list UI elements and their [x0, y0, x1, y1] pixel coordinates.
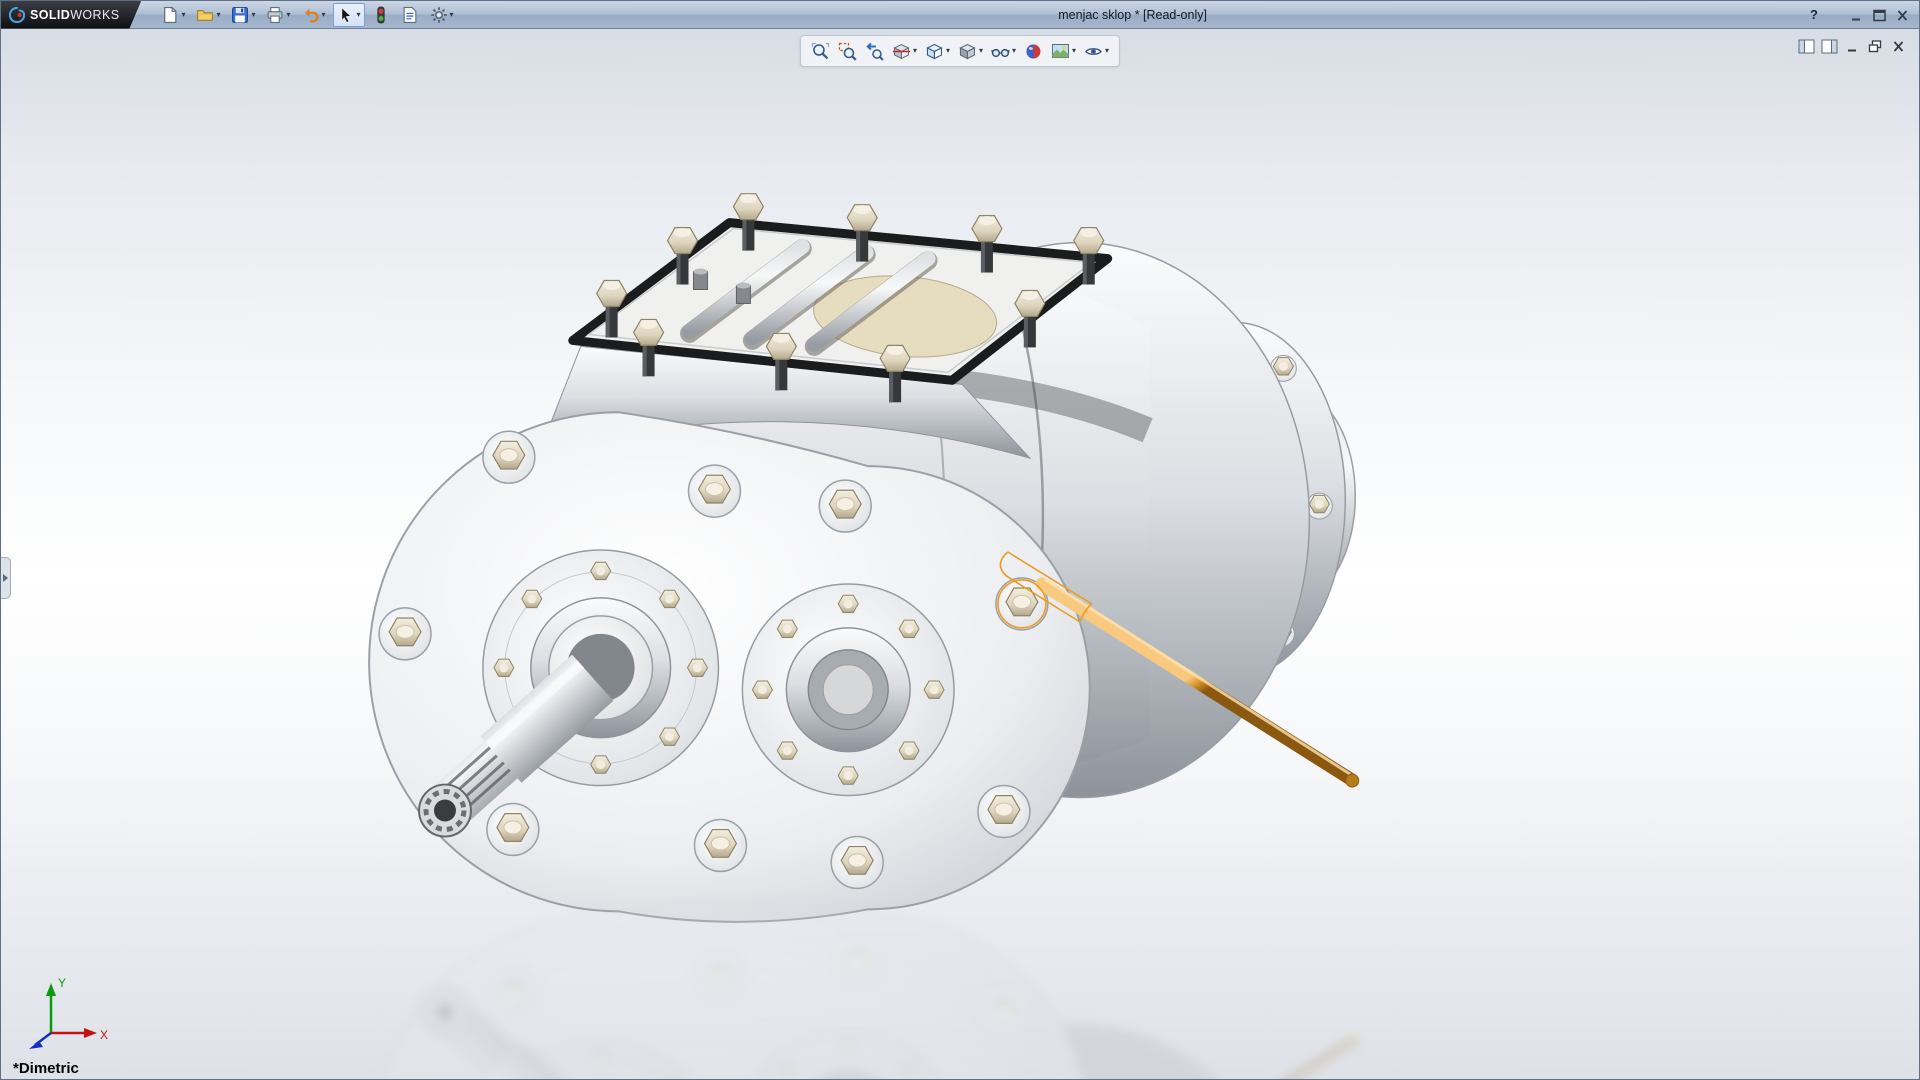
- edit-appearance-icon: [1024, 42, 1043, 61]
- dropdown-arrow-icon[interactable]: ▾: [216, 11, 220, 19]
- undo-button[interactable]: ▾: [298, 3, 330, 27]
- print-button[interactable]: ▾: [262, 3, 294, 27]
- pane-right-icon: [1821, 39, 1838, 54]
- minimize-document-button[interactable]: [1844, 37, 1861, 55]
- maximize-window-button[interactable]: [1871, 5, 1888, 25]
- brand-name-light: WORKS: [70, 8, 119, 22]
- dropdown-arrow-icon[interactable]: ▾: [357, 11, 361, 19]
- zoom-to-area-icon: [838, 42, 857, 61]
- view-settings-button[interactable]: ▾: [1082, 39, 1111, 63]
- previous-view-icon: [865, 42, 884, 61]
- dropdown-arrow-icon[interactable]: ▾: [1012, 47, 1016, 55]
- dropdown-arrow-icon[interactable]: ▾: [1072, 47, 1076, 55]
- solidworks-logo: SOLIDWORKS: [1, 1, 141, 29]
- close-icon: [1894, 8, 1911, 23]
- dropdown-arrow-icon[interactable]: ▾: [251, 11, 255, 19]
- previous-view-button[interactable]: [863, 39, 886, 63]
- restore-icon: [1867, 39, 1884, 54]
- file-properties-button[interactable]: [397, 3, 423, 27]
- undo-icon: [302, 6, 320, 24]
- brand-name-bold: SOLID: [30, 8, 70, 22]
- pane-left-icon: [1798, 39, 1815, 54]
- save-icon: [231, 6, 249, 24]
- options-button[interactable]: ▾: [426, 3, 458, 27]
- toggle-left-pane-button[interactable]: [1798, 37, 1815, 55]
- gearbox-3d-model[interactable]: [1, 29, 1919, 1079]
- print-icon: [266, 6, 284, 24]
- zoom-to-area-button[interactable]: [836, 39, 859, 63]
- rebuild-icon: [372, 6, 390, 24]
- hide-show-icon: [991, 42, 1010, 61]
- restore-document-button[interactable]: [1867, 37, 1884, 55]
- view-orientation-label: *Dimetric: [13, 1060, 79, 1077]
- minimize-window-button[interactable]: [1848, 5, 1865, 25]
- solidworks-window: SOLIDWORKS ▾ ▾ ▾ ▾ ▾ ▾ ▾ menjac sklop * [Read-…: [0, 0, 1920, 1080]
- chevron-right-icon: [3, 574, 8, 582]
- help-button[interactable]: ?: [1805, 5, 1823, 25]
- heads-up-toolbar: ▾ ▾ ▾ ▾ ▾ ▾: [800, 35, 1120, 67]
- section-view-button[interactable]: ▾: [890, 39, 919, 63]
- view-orientation-icon: [925, 42, 944, 61]
- view-settings-icon: [1084, 42, 1103, 61]
- document-controls: [1798, 37, 1907, 55]
- zoom-to-fit-button[interactable]: [809, 39, 832, 63]
- open-folder-icon: [196, 6, 214, 24]
- edit-appearance-button[interactable]: [1022, 39, 1045, 63]
- dropdown-arrow-icon[interactable]: ▾: [946, 47, 950, 55]
- open-button[interactable]: ▾: [192, 3, 224, 27]
- dropdown-arrow-icon[interactable]: ▾: [1105, 47, 1109, 55]
- dassault-logo-icon: [9, 7, 25, 23]
- orientation-triad[interactable]: Y X: [17, 969, 113, 1053]
- apply-scene-icon: [1051, 42, 1070, 61]
- maximize-icon: [1871, 8, 1888, 23]
- close-window-button[interactable]: [1894, 5, 1911, 25]
- zoom-to-fit-icon: [811, 42, 830, 61]
- close-icon: [1890, 39, 1907, 54]
- dropdown-arrow-icon[interactable]: ▾: [181, 11, 185, 19]
- new-document-icon: [161, 6, 179, 24]
- dropdown-arrow-icon[interactable]: ▾: [450, 11, 454, 19]
- minimize-icon: [1848, 8, 1865, 23]
- save-button[interactable]: ▾: [227, 3, 259, 27]
- display-style-icon: [958, 42, 977, 61]
- hide-show-items-button[interactable]: ▾: [989, 39, 1018, 63]
- window-title: menjac sklop * [Read-only]: [1058, 1, 1207, 29]
- options-icon: [430, 6, 448, 24]
- dropdown-arrow-icon[interactable]: ▾: [286, 11, 290, 19]
- rebuild-button[interactable]: [368, 3, 394, 27]
- window-controls: [1848, 5, 1911, 25]
- select-button[interactable]: ▾: [333, 3, 365, 27]
- triad-y-label: Y: [58, 976, 66, 990]
- title-bar: SOLIDWORKS ▾ ▾ ▾ ▾ ▾ ▾ ▾ menjac sklop * [Read-…: [1, 1, 1919, 29]
- section-view-icon: [892, 42, 911, 61]
- dropdown-arrow-icon[interactable]: ▾: [322, 11, 326, 19]
- featuremanager-collapsed-tab[interactable]: [1, 557, 11, 599]
- dropdown-arrow-icon[interactable]: ▾: [913, 47, 917, 55]
- minimize-icon: [1844, 39, 1861, 54]
- select-cursor-icon: [337, 6, 355, 24]
- close-document-button[interactable]: [1890, 37, 1907, 55]
- triad-x-label: X: [100, 1028, 108, 1042]
- new-document-button[interactable]: ▾: [157, 3, 189, 27]
- display-style-button[interactable]: ▾: [956, 39, 985, 63]
- apply-scene-button[interactable]: ▾: [1049, 39, 1078, 63]
- file-properties-icon: [401, 6, 419, 24]
- view-orientation-button[interactable]: ▾: [923, 39, 952, 63]
- toggle-right-pane-button[interactable]: [1821, 37, 1838, 55]
- main-toolbar: ▾ ▾ ▾ ▾ ▾ ▾ ▾: [157, 3, 457, 27]
- graphics-area[interactable]: ▾ ▾ ▾ ▾ ▾ ▾ Y X *Dimetric: [1, 29, 1919, 1079]
- dropdown-arrow-icon[interactable]: ▾: [979, 47, 983, 55]
